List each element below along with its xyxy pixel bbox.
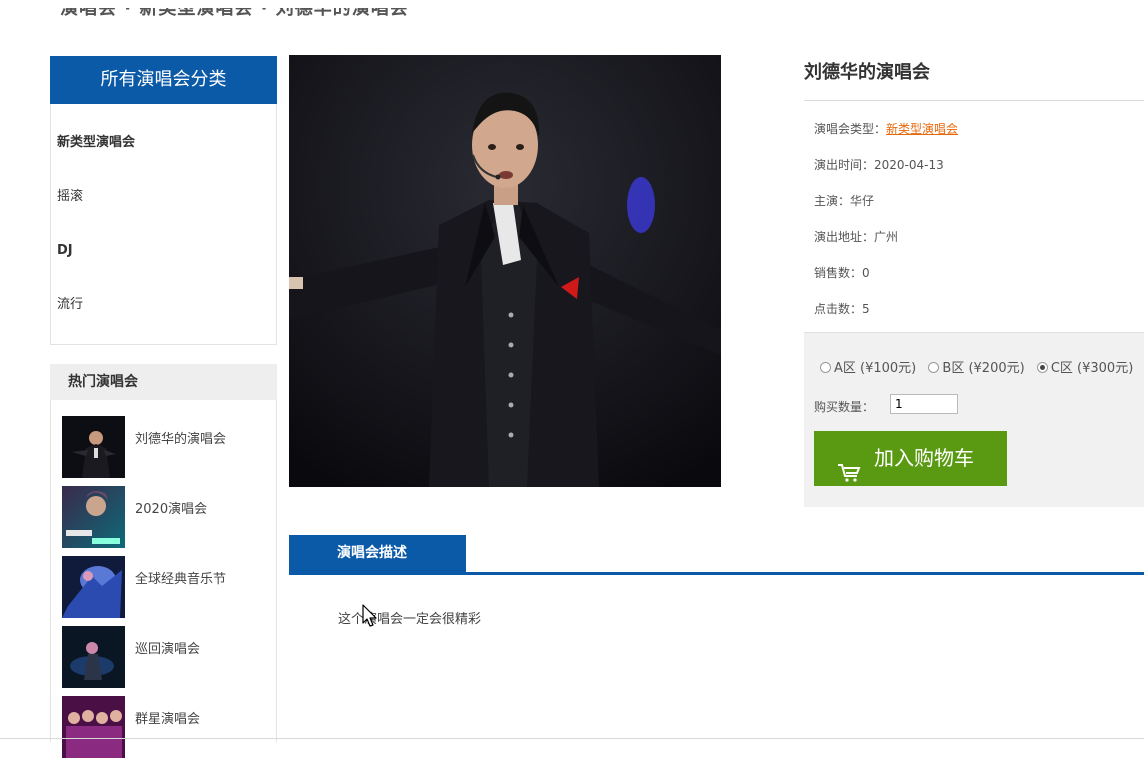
zone-label: C区 (¥300元) [1050, 361, 1134, 376]
hot-item-title: 刘德华的演唱会 [135, 432, 227, 447]
quantity-input[interactable] [890, 394, 958, 414]
page-bottom-border [0, 738, 1144, 739]
category-item-dj[interactable]: DJ [51, 224, 276, 278]
hot-concerts-list: 刘德华的演唱会 2020演唱会 全球经典音乐节 巡回演唱会 群星演唱会 [50, 400, 277, 758]
concert-title: 刘德华的演唱会 [804, 62, 930, 83]
quantity-label: 购买数量： [814, 400, 875, 414]
description-text: 这个演唱会一定会很精彩 [338, 612, 482, 627]
add-to-cart-button[interactable]: 加入购物车 [814, 431, 1007, 486]
add-to-cart-label: 加入购物车 [874, 446, 974, 470]
category-panel: 所有演唱会分类 新类型演唱会 摇滚 DJ 流行 [50, 56, 277, 345]
concert-thumbnail [62, 696, 125, 758]
hot-concerts-heading: 热门演唱会 [50, 364, 277, 400]
zone-selector: A区 (¥100元) B区 (¥200元) C区 (¥300元) [820, 357, 1141, 376]
hot-item-title: 巡回演唱会 [135, 642, 201, 657]
concert-main-photo [289, 55, 721, 487]
concert-type-label: 演唱会类型： [814, 122, 887, 136]
zone-option-a[interactable]: A区 (¥100元) [820, 357, 916, 376]
hot-item-all-stars[interactable]: 群星演唱会 [62, 694, 272, 758]
radio-button-selected[interactable] [1036, 362, 1048, 373]
breadcrumb: 演唱会 · 新类型演唱会 · 刘德华的演唱会 [60, 8, 480, 32]
zone-label: B区 (¥200元) [942, 361, 1025, 376]
concert-thumbnail [62, 486, 125, 548]
category-item-pop[interactable]: 流行 [51, 278, 276, 332]
purchase-panel: A区 (¥100元) B区 (¥200元) C区 (¥300元) 购买数量： 加… [804, 332, 1144, 507]
hot-item-title: 2020演唱会 [135, 502, 208, 517]
category-heading: 所有演唱会分类 [50, 56, 277, 104]
divider [804, 100, 1144, 101]
cart-icon [837, 448, 861, 503]
hot-item-andy-lau[interactable]: 刘德华的演唱会 [62, 414, 272, 478]
mouse-pointer-icon [362, 604, 378, 632]
tab-description[interactable]: 演唱会描述 [289, 535, 466, 572]
hot-item-global-music-festival[interactable]: 全球经典音乐节 [62, 554, 272, 618]
hot-item-title: 群星演唱会 [135, 712, 201, 727]
hot-item-tour[interactable]: 巡回演唱会 [62, 624, 272, 688]
show-time: 演出时间：2020-04-13 [814, 158, 944, 172]
hot-item-2020[interactable]: 2020演唱会 [62, 484, 272, 548]
zone-option-b[interactable]: B区 (¥200元) [928, 357, 1025, 376]
concert-type-link[interactable]: 新类型演唱会 [886, 122, 958, 136]
category-item-new-type[interactable]: 新类型演唱会 [51, 116, 276, 170]
click-count: 点击数：5 [814, 302, 870, 316]
hot-item-title: 全球经典音乐节 [135, 572, 227, 587]
radio-button[interactable] [928, 362, 940, 373]
category-item-rock[interactable]: 摇滚 [51, 170, 276, 224]
concert-thumbnail [62, 416, 125, 478]
show-address: 演出地址：广州 [814, 230, 899, 244]
radio-button[interactable] [820, 362, 831, 373]
category-list: 新类型演唱会 摇滚 DJ 流行 [51, 104, 276, 332]
zone-label: A区 (¥100元) [834, 361, 917, 376]
breadcrumb-text: 演唱会 · 新类型演唱会 · 刘德华的演唱会 [60, 8, 409, 19]
concert-thumbnail [62, 556, 125, 618]
tab-underline [289, 572, 1144, 575]
concert-thumbnail [62, 626, 125, 688]
zone-option-c[interactable]: C区 (¥300元) [1036, 357, 1134, 376]
lead-star: 主演：华仔 [814, 194, 875, 208]
sales-count: 销售数：0 [814, 266, 870, 280]
concert-type-row: 演唱会类型：新类型演唱会 [814, 120, 958, 137]
